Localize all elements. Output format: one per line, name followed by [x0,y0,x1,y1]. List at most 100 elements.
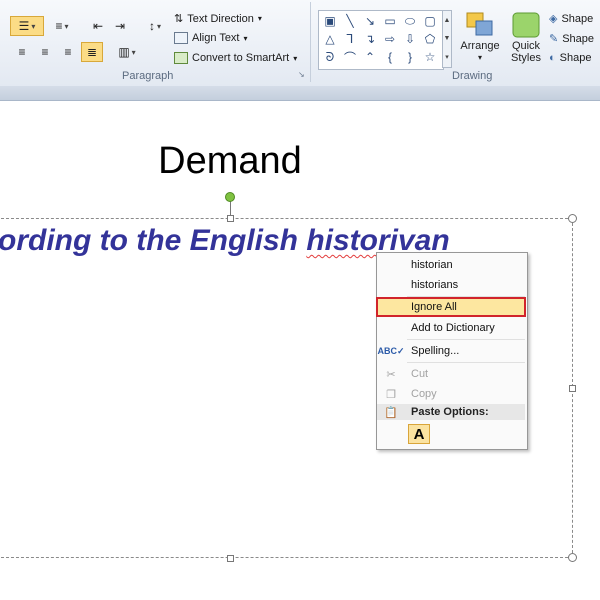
rectangle-shape-icon[interactable]: ▭ [381,13,399,29]
align-center-button[interactable]: ≡ [35,42,55,62]
star-shape-icon[interactable]: ☆ [421,49,439,65]
suggestion-label: historian [411,259,453,271]
right-brace-shape-icon[interactable]: } [401,49,419,65]
shape-fill-label: Shape [561,12,594,25]
rotation-handle[interactable] [225,192,235,202]
resize-handle-top[interactable] [227,215,234,222]
triangle-shape-icon[interactable]: △ [321,31,339,47]
line-spacing-button[interactable]: ↕ ▾ [142,16,168,36]
chevron-down-icon: ▾ [243,33,248,43]
align-center-icon: ≡ [41,45,49,59]
numbering-icon: ≡ [55,19,63,33]
arrange-icon [466,12,493,36]
scroll-up-icon[interactable]: ▲ [444,17,451,24]
paint-bucket-icon: ◈ [549,13,558,25]
oval-shape-icon[interactable]: ⬭ [401,13,419,29]
spelling-item[interactable]: ABC✓ Spelling... [377,341,525,361]
rounded-rectangle-shape-icon[interactable]: ▢ [421,13,439,29]
spelling-context-menu: historian historians Ignore All Add to D… [376,252,528,450]
decrease-indent-icon: ⇤ [92,19,104,33]
line-spacing-icon: ↕ [148,19,155,33]
right-arrow-shape-icon[interactable]: ⇨ [381,31,399,47]
decrease-indent-button[interactable]: ⇤ [88,16,108,36]
chevron-down-icon: ▾ [131,47,136,57]
align-right-button[interactable]: ≡ [58,42,78,62]
copy-label: Copy [411,388,437,400]
curve-shape-icon[interactable]: ⌒ [341,49,359,65]
arc-shape-icon[interactable]: ⌃ [361,49,379,65]
cut-item[interactable]: ✂ Cut [377,364,525,384]
scissors-icon: ✂ [386,368,396,381]
down-arrow-shape-icon[interactable]: ⇩ [401,31,419,47]
more-icon[interactable]: ▾ [445,53,449,61]
align-text-button[interactable]: Align Text ▾ [174,32,248,44]
justify-icon: ≣ [86,45,98,59]
shape-outline-button[interactable]: ✎ Shape [549,32,594,46]
suggestion-historian[interactable]: historian [377,255,525,275]
shapes-gallery-scroll[interactable]: ▲ ▼ ▾ [442,10,452,68]
text-direction-icon: ⇅ [174,13,184,25]
ignore-all-label: Ignore All [411,301,457,313]
align-left-button[interactable]: ≡ [12,42,32,62]
pencil-icon: ✎ [549,33,559,45]
chevron-down-icon: ▾ [31,21,36,31]
paragraph-group-label: Paragraph [122,70,174,82]
copy-item[interactable]: ❐ Copy [377,384,525,404]
elbow-arrow-shape-icon[interactable]: ↴ [361,31,379,47]
shapes-gallery[interactable]: ▣ ╲ ↘ ▭ ⬭ ▢ △ ⅂ ↴ ⇨ ⇩ ⬠ ᘐ ⌒ ⌃ { } ☆ [318,10,444,70]
paste-keep-text-only-button[interactable]: A [408,424,430,444]
convert-smartart-button[interactable]: Convert to SmartArt ▾ [174,52,297,64]
text-direction-label: Text Direction [187,12,254,25]
convert-smartart-label: Convert to SmartArt [192,52,290,64]
increase-indent-icon: ⇥ [114,19,126,33]
shape-effects-button[interactable]: ◐ Shape [549,52,591,64]
freeform-shape-icon[interactable]: ᘐ [321,49,339,65]
group-divider [310,2,311,82]
left-brace-shape-icon[interactable]: { [381,49,399,65]
spelling-label: Spelling... [411,345,460,357]
pentagon-shape-icon[interactable]: ⬠ [421,31,439,47]
chevron-down-icon: ▾ [293,53,298,63]
ribbon-bottom-band [0,86,600,101]
slide-title[interactable]: Demand [120,140,340,183]
arrow-line-shape-icon[interactable]: ↘ [361,13,379,29]
quick-styles-button[interactable]: Quick Styles [504,10,548,64]
paste-options-header: 📋 Paste Options: [377,404,525,420]
text-box-shape-icon[interactable]: ▣ [321,13,339,29]
drawing-group-label: Drawing [452,70,493,82]
shape-fill-button[interactable]: ◈ Shape [549,12,594,26]
chevron-down-icon: ▾ [477,53,482,62]
increase-indent-button[interactable]: ⇥ [110,16,130,36]
body-text-prefix: ording to the English [0,224,307,257]
arrange-button[interactable]: Arrange ▾ [458,10,502,64]
elbow-connector-shape-icon[interactable]: ⅂ [341,31,359,47]
resize-handle-right[interactable] [569,385,576,392]
columns-button[interactable]: ▥ ▾ [112,42,142,62]
menu-separator [407,362,525,363]
add-to-dictionary-item[interactable]: Add to Dictionary [377,318,525,338]
scroll-down-icon[interactable]: ▼ [444,35,451,42]
suggestion-label: historians [411,279,459,291]
resize-handle-bottom[interactable] [227,555,234,562]
arrange-label: Arrange [460,40,500,52]
columns-icon: ▥ [118,45,130,59]
resize-handle-top-right[interactable] [568,214,577,223]
numbering-button[interactable]: ≡ ▾ [48,16,76,36]
bullets-button[interactable]: ☰ ▾ [10,16,44,36]
align-right-icon: ≡ [64,45,72,59]
text-direction-button[interactable]: ⇅ Text Direction ▾ [174,12,262,26]
resize-handle-bottom-right[interactable] [568,553,577,562]
align-text-icon [174,32,188,44]
quick-styles-icon [512,12,540,38]
paste-options-label: Paste Options: [411,406,489,418]
ignore-all-item[interactable]: Ignore All [376,297,526,317]
clipboard-icon: 📋 [384,406,398,419]
suggestion-historians[interactable]: historians [377,275,525,295]
bullets-icon: ☰ [18,19,30,33]
justify-button[interactable]: ≣ [81,42,103,62]
paragraph-dialog-launcher-icon[interactable]: ↘ [298,70,305,79]
line-shape-icon[interactable]: ╲ [341,13,359,29]
chevron-down-icon: ▾ [156,21,161,31]
copy-icon: ❐ [386,388,396,401]
shape-effects-icon: ◐ [549,52,556,64]
